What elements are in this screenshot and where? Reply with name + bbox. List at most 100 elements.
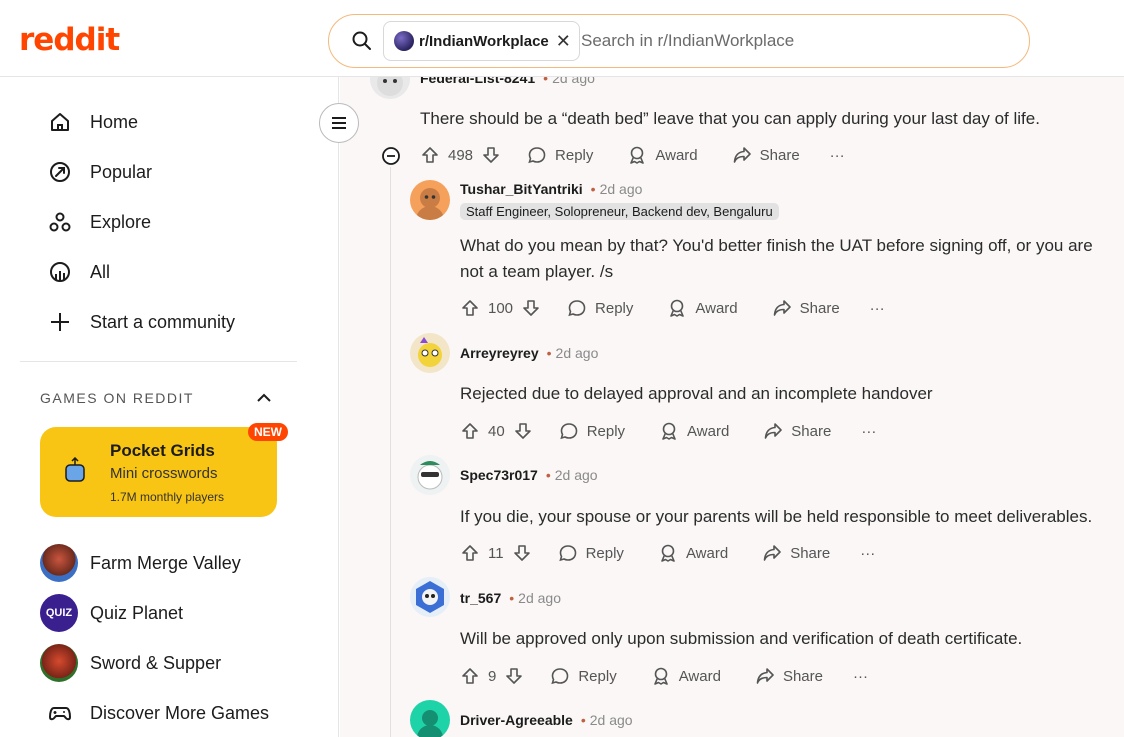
award-icon bbox=[630, 146, 645, 164]
avatar[interactable] bbox=[410, 700, 450, 737]
upvote-icon[interactable] bbox=[420, 145, 440, 165]
comment-actions: 9 Reply Award Share ··· bbox=[460, 666, 868, 686]
close-icon[interactable]: ✕ bbox=[556, 31, 571, 52]
sidebar-item-popular[interactable]: Popular bbox=[48, 156, 152, 188]
chevron-up-icon[interactable] bbox=[255, 390, 273, 406]
award-icon bbox=[661, 544, 675, 562]
featured-game-card[interactable]: Pocket Grids Mini crosswords 1.7M monthl… bbox=[40, 427, 277, 517]
more-options-button[interactable]: ··· bbox=[853, 668, 868, 685]
subreddit-filter-chip[interactable]: r/IndianWorkplace ✕ bbox=[383, 21, 580, 61]
more-options-button[interactable]: ··· bbox=[861, 423, 876, 440]
avatar[interactable] bbox=[410, 455, 450, 495]
game-item-label: Quiz Planet bbox=[90, 602, 184, 623]
comment-username[interactable]: Tushar_BitYantriki bbox=[460, 181, 583, 197]
reply-button[interactable]: Reply bbox=[558, 543, 624, 563]
game-item-farm-merge-valley[interactable]: Farm Merge Valley bbox=[40, 543, 241, 583]
pocket-grids-icon bbox=[65, 457, 85, 482]
comments-area: Federal-List-8241 • 2d ago There should be… bbox=[340, 77, 1124, 737]
avatar[interactable] bbox=[370, 77, 410, 99]
award-label: Award bbox=[678, 667, 721, 685]
gamepad-icon bbox=[49, 707, 71, 721]
plus-icon bbox=[51, 313, 69, 331]
sidebar-item-label: Popular bbox=[90, 161, 153, 182]
award-button[interactable]: Award bbox=[667, 298, 738, 318]
share-label: Share bbox=[759, 146, 800, 164]
downvote-icon[interactable] bbox=[504, 666, 524, 686]
comment-username[interactable]: Federal-List-8241 bbox=[420, 77, 535, 86]
share-label: Share bbox=[791, 422, 832, 440]
reply-button[interactable]: Reply bbox=[559, 421, 625, 441]
meta-separator: • bbox=[590, 181, 596, 197]
new-badge: NEW bbox=[248, 423, 288, 441]
award-label: Award bbox=[687, 422, 730, 440]
downvote-icon[interactable] bbox=[481, 145, 501, 165]
reply-button[interactable]: Reply bbox=[527, 145, 593, 165]
comment-meta: Tushar_BitYantriki • 2d ago bbox=[460, 181, 642, 199]
downvote-icon[interactable] bbox=[513, 421, 533, 441]
search-input[interactable]: Search in r/IndianWorkplace bbox=[581, 31, 794, 51]
downvote-icon[interactable] bbox=[512, 543, 532, 563]
downvote-icon[interactable] bbox=[521, 298, 541, 318]
avatar[interactable] bbox=[410, 577, 450, 617]
share-button[interactable]: Share bbox=[762, 543, 830, 563]
award-icon bbox=[653, 667, 668, 685]
more-options-button[interactable]: ··· bbox=[830, 147, 845, 164]
reply-icon bbox=[551, 668, 569, 685]
sidebar-item-home[interactable]: Home bbox=[48, 106, 138, 138]
comment-meta: Federal-List-8241 • 2d ago bbox=[420, 77, 595, 88]
more-options-button[interactable]: ··· bbox=[860, 545, 875, 562]
game-item-quiz-planet[interactable]: QUIZ Quiz Planet bbox=[40, 593, 183, 633]
comment-username[interactable]: Spec73r017 bbox=[460, 467, 538, 483]
reply-icon bbox=[568, 300, 586, 317]
reply-button[interactable]: Reply bbox=[567, 298, 633, 318]
award-button[interactable]: Award bbox=[627, 145, 698, 165]
upvote-icon[interactable] bbox=[460, 543, 480, 563]
subreddit-avatar bbox=[394, 31, 414, 51]
thread-line bbox=[390, 167, 391, 737]
award-button[interactable]: Award bbox=[659, 421, 729, 441]
comment-username[interactable]: Arreyreyrey bbox=[460, 345, 539, 361]
reply-button[interactable]: Reply bbox=[550, 666, 617, 686]
explore-icon bbox=[49, 212, 71, 232]
reply-label: Reply bbox=[578, 667, 617, 685]
upvote-icon[interactable] bbox=[460, 421, 480, 441]
search-bar[interactable]: r/IndianWorkplace ✕ Search in r/IndianWo… bbox=[328, 14, 1030, 68]
sidebar-item-explore[interactable]: Explore bbox=[48, 206, 151, 238]
award-label: Award bbox=[695, 299, 738, 317]
sidebar-item-all[interactable]: All bbox=[48, 256, 110, 288]
reply-label: Reply bbox=[595, 299, 634, 317]
share-button[interactable]: Share bbox=[755, 666, 823, 686]
share-button[interactable]: Share bbox=[763, 421, 831, 441]
meta-separator: • bbox=[509, 590, 515, 606]
sidebar-item-label: Start a community bbox=[90, 311, 236, 332]
reddit-logo[interactable]: reddit bbox=[19, 22, 120, 58]
avatar[interactable] bbox=[410, 333, 450, 373]
share-button[interactable]: Share bbox=[772, 298, 840, 318]
award-label: Award bbox=[685, 544, 729, 562]
upvote-icon[interactable] bbox=[460, 298, 480, 318]
collapse-icon[interactable] bbox=[381, 146, 401, 166]
share-icon bbox=[733, 147, 751, 163]
more-options-button[interactable]: ··· bbox=[870, 300, 885, 317]
featured-game-players: 1.7M monthly players bbox=[110, 490, 225, 504]
award-button[interactable]: Award bbox=[658, 543, 728, 563]
subreddit-chip-label: r/IndianWorkplace bbox=[419, 32, 549, 50]
game-item-discover-more[interactable]: Discover More Games bbox=[48, 693, 269, 733]
sidebar-item-label: Explore bbox=[90, 211, 152, 232]
upvote-icon[interactable] bbox=[460, 666, 480, 686]
comment-username[interactable]: Driver-Agreeable bbox=[460, 712, 573, 728]
reply-label: Reply bbox=[585, 544, 624, 562]
games-section-header[interactable]: GAMES ON REDDIT bbox=[40, 390, 194, 406]
comment-actions: 11 Reply Award Share ··· bbox=[460, 543, 875, 563]
game-item-label: Discover More Games bbox=[90, 702, 270, 723]
sidebar-item-start-community[interactable]: Start a community bbox=[48, 306, 235, 338]
game-item-sword-supper[interactable]: Sword & Supper bbox=[40, 643, 221, 683]
comment-meta: Arreyreyrey • 2d ago bbox=[460, 345, 598, 363]
sidebar-toggle-button[interactable] bbox=[319, 103, 359, 143]
avatar[interactable] bbox=[410, 180, 450, 220]
comment-username[interactable]: tr_567 bbox=[460, 590, 501, 606]
share-label: Share bbox=[790, 544, 831, 562]
award-button[interactable]: Award bbox=[651, 666, 721, 686]
popular-icon bbox=[50, 162, 70, 182]
share-button[interactable]: Share bbox=[732, 145, 800, 165]
